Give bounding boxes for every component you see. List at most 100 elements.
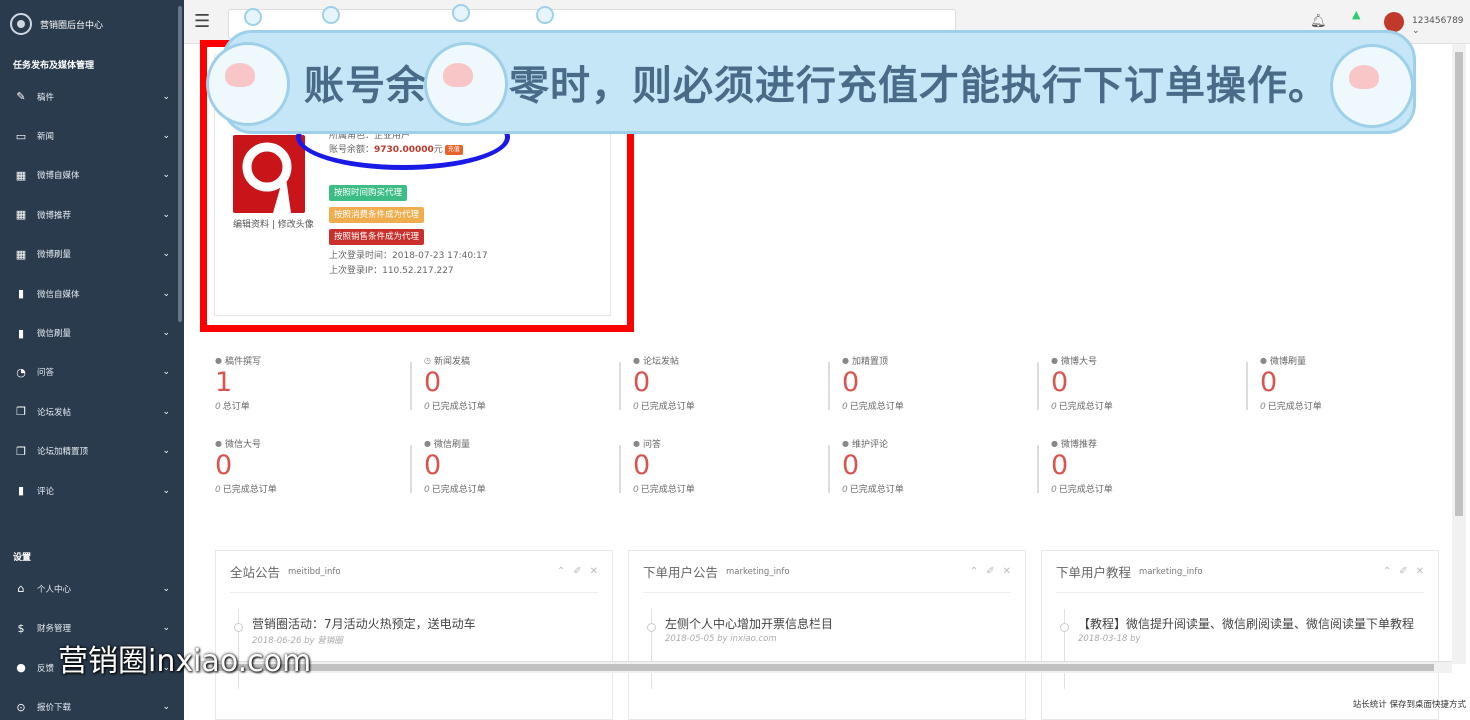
stat-divider (828, 445, 830, 493)
sidebar-item-price-download[interactable]: ⊙ 报价下载 ⌄ (0, 687, 184, 720)
sidebar-item-news[interactable]: ▭ 新闻 ⌄ (0, 116, 184, 155)
panel-subtitle: marketing_info (1139, 566, 1203, 577)
sidebar-item-label: 论坛加精置顶 (37, 447, 89, 458)
dollar-icon: $ (17, 621, 25, 635)
stat-sub-num: 0 (633, 485, 639, 495)
sidebar-item-manuscript[interactable]: ✎ 稿件 ⌄ (0, 77, 184, 116)
sidebar-item-forum-top[interactable]: ❐ 论坛加精置顶 ⌄ (0, 432, 184, 471)
avatar[interactable] (1384, 12, 1404, 32)
panel-site-notice: 全站公告 meitibd_info ⌃ ✐ ✕ 营销圈活动：7月活动火热预定，送… (215, 550, 613, 720)
chevron-down-icon: ⌄ (162, 485, 170, 496)
brand[interactable]: 营销圈后台中心 (0, 0, 184, 48)
download-icon: ⊙ (16, 700, 26, 714)
sidebar-scrollbar[interactable] (178, 6, 182, 322)
sidebar-item-weibo-boost[interactable]: ▦ 微博刷量 ⌄ (0, 235, 184, 274)
user-icon: ● (215, 356, 222, 365)
user-icon: ● (633, 439, 640, 448)
stat-sub: 已完成总订单 (431, 485, 486, 495)
bar-chart-icon: ▮ (17, 287, 25, 301)
stat-sub: 已完成总订单 (1058, 485, 1113, 495)
stat-sub-num: 0 (424, 402, 430, 412)
wrench-icon[interactable]: ✐ (1399, 566, 1407, 577)
user-icon: ● (1260, 356, 1267, 365)
sidebar-item-label: 财务管理 (37, 624, 72, 635)
wrench-icon[interactable]: ✐ (986, 566, 994, 577)
grid-icon: ▦ (15, 208, 27, 222)
chevron-down-icon: ⌄ (162, 623, 170, 634)
message-icon[interactable]: ▲ (1352, 8, 1360, 21)
vertical-scrollbar[interactable] (1452, 44, 1466, 664)
monitor-icon: ▭ (15, 129, 27, 143)
sidebar-item-label: 稿件 (37, 92, 55, 103)
sidebar-item-weibo-recommend[interactable]: ▦ 微博推荐 ⌄ (0, 195, 184, 234)
close-icon[interactable]: ✕ (1003, 566, 1011, 577)
panel-tools: ⌃ ✐ ✕ (970, 566, 1011, 577)
sidebar-item-wechat-boost[interactable]: ▮ 微信刷量 ⌄ (0, 313, 184, 352)
entry-date: 2018-05-05 (665, 634, 715, 644)
menu-toggle-icon[interactable]: ☰ (194, 13, 212, 31)
edit-icon: ✎ (16, 90, 26, 104)
collapse-icon[interactable]: ⌃ (557, 566, 565, 577)
stat-value: 0 (633, 450, 651, 481)
stat-value: 1 (215, 367, 233, 398)
chat-icon: ● (16, 661, 26, 675)
stat-sub-num: 0 (215, 402, 221, 412)
sidebar-item-comment[interactable]: ▮ 评论 ⌄ (0, 471, 184, 510)
close-icon[interactable]: ✕ (590, 566, 598, 577)
bell-icon[interactable]: 🔔︎ (1310, 14, 1327, 29)
stat-sub-num: 0 (424, 485, 430, 495)
bookmark-icon: ▮ (17, 484, 25, 498)
stat-value: 0 (633, 367, 651, 398)
timeline-dot (1060, 623, 1069, 632)
entry-date: 2018-03-18 (1078, 634, 1128, 644)
panel-header: 下单用户公告 marketing_info ⌃ ✐ ✕ (643, 551, 1011, 593)
scroll-thumb[interactable] (1455, 52, 1463, 516)
sidebar-item-qa[interactable]: ◔ 问答 ⌄ (0, 353, 184, 392)
user-icon: ● (1051, 356, 1058, 365)
mascot-bubble-icon (206, 42, 290, 126)
user-icon: ● (842, 439, 849, 448)
sidebar-item-weibo-media[interactable]: ▦ 微博自媒体 ⌄ (0, 156, 184, 195)
collapse-icon[interactable]: ⌃ (1383, 566, 1391, 577)
notice-entry-title[interactable]: 营销圈活动：7月活动火热预定，送电动车 (252, 617, 612, 631)
comments-icon: ◔ (16, 365, 26, 379)
stat-forum-post: ● 论坛发帖 0 0 已完成总订单 (619, 354, 833, 424)
chevron-down-icon: ⌄ (162, 91, 170, 102)
notice-entry-title[interactable]: 【教程】微信提升阅读量、微信刷阅读量、微信阅读量下单教程 (1078, 617, 1438, 631)
close-icon[interactable]: ✕ (1416, 566, 1424, 577)
section-title-task: 任务发布及媒体管理 (13, 61, 95, 71)
notice-entry-title[interactable]: 左侧个人中心增加开票信息栏目 (665, 617, 1025, 631)
stat-wechat-big: ● 微信大号 0 0 已完成总订单 (215, 437, 415, 507)
logo-icon (10, 13, 32, 35)
mascot-bubble-icon (1330, 44, 1414, 128)
stat-title: 问答 (642, 440, 661, 450)
copy-icon: ❐ (16, 444, 26, 458)
chevron-down-icon: ⌄ (162, 288, 170, 299)
bubble-icon (322, 6, 340, 24)
horizontal-scrollbar[interactable] (200, 661, 1452, 673)
footer-links[interactable]: 站长统计 保存到桌面快捷方式 (1353, 698, 1466, 710)
grid-icon: ▦ (15, 168, 27, 182)
timeline-dot (647, 623, 656, 632)
caption-banner: 账号余额为零时，则必须进行充值才能执行下订单操作。 (222, 30, 1416, 134)
stat-sub-num: 0 (1260, 402, 1266, 412)
home-icon: ⌂ (17, 582, 25, 596)
stat-title: 稿件撰写 (224, 357, 261, 367)
wrench-icon[interactable]: ✐ (573, 566, 581, 577)
stat-title: 论坛发帖 (642, 357, 679, 367)
scroll-thumb[interactable] (212, 664, 1434, 671)
sidebar-item-profile[interactable]: ⌂ 个人中心 ⌄ (0, 569, 184, 608)
sidebar-item-wechat-media[interactable]: ▮ 微信自媒体 ⌄ (0, 274, 184, 313)
stat-weibo-recommend: ● 微博推荐 0 0 已完成总订单 (1037, 437, 1251, 507)
username-dropdown[interactable]: 123456789 ⌄ (1412, 16, 1470, 36)
grid-icon: ▦ (15, 247, 27, 261)
collapse-icon[interactable]: ⌃ (970, 566, 978, 577)
stat-sub-num: 0 (842, 402, 848, 412)
stat-value: 0 (1051, 450, 1069, 481)
chevron-down-icon: ⌄ (162, 446, 170, 457)
stat-divider (1246, 362, 1248, 410)
stat-sub-num: 0 (633, 402, 639, 412)
stat-sub-num: 0 (1051, 402, 1057, 412)
stat-sub: 已完成总订单 (1058, 402, 1113, 412)
sidebar-item-forum-post[interactable]: ❐ 论坛发帖 ⌄ (0, 392, 184, 431)
